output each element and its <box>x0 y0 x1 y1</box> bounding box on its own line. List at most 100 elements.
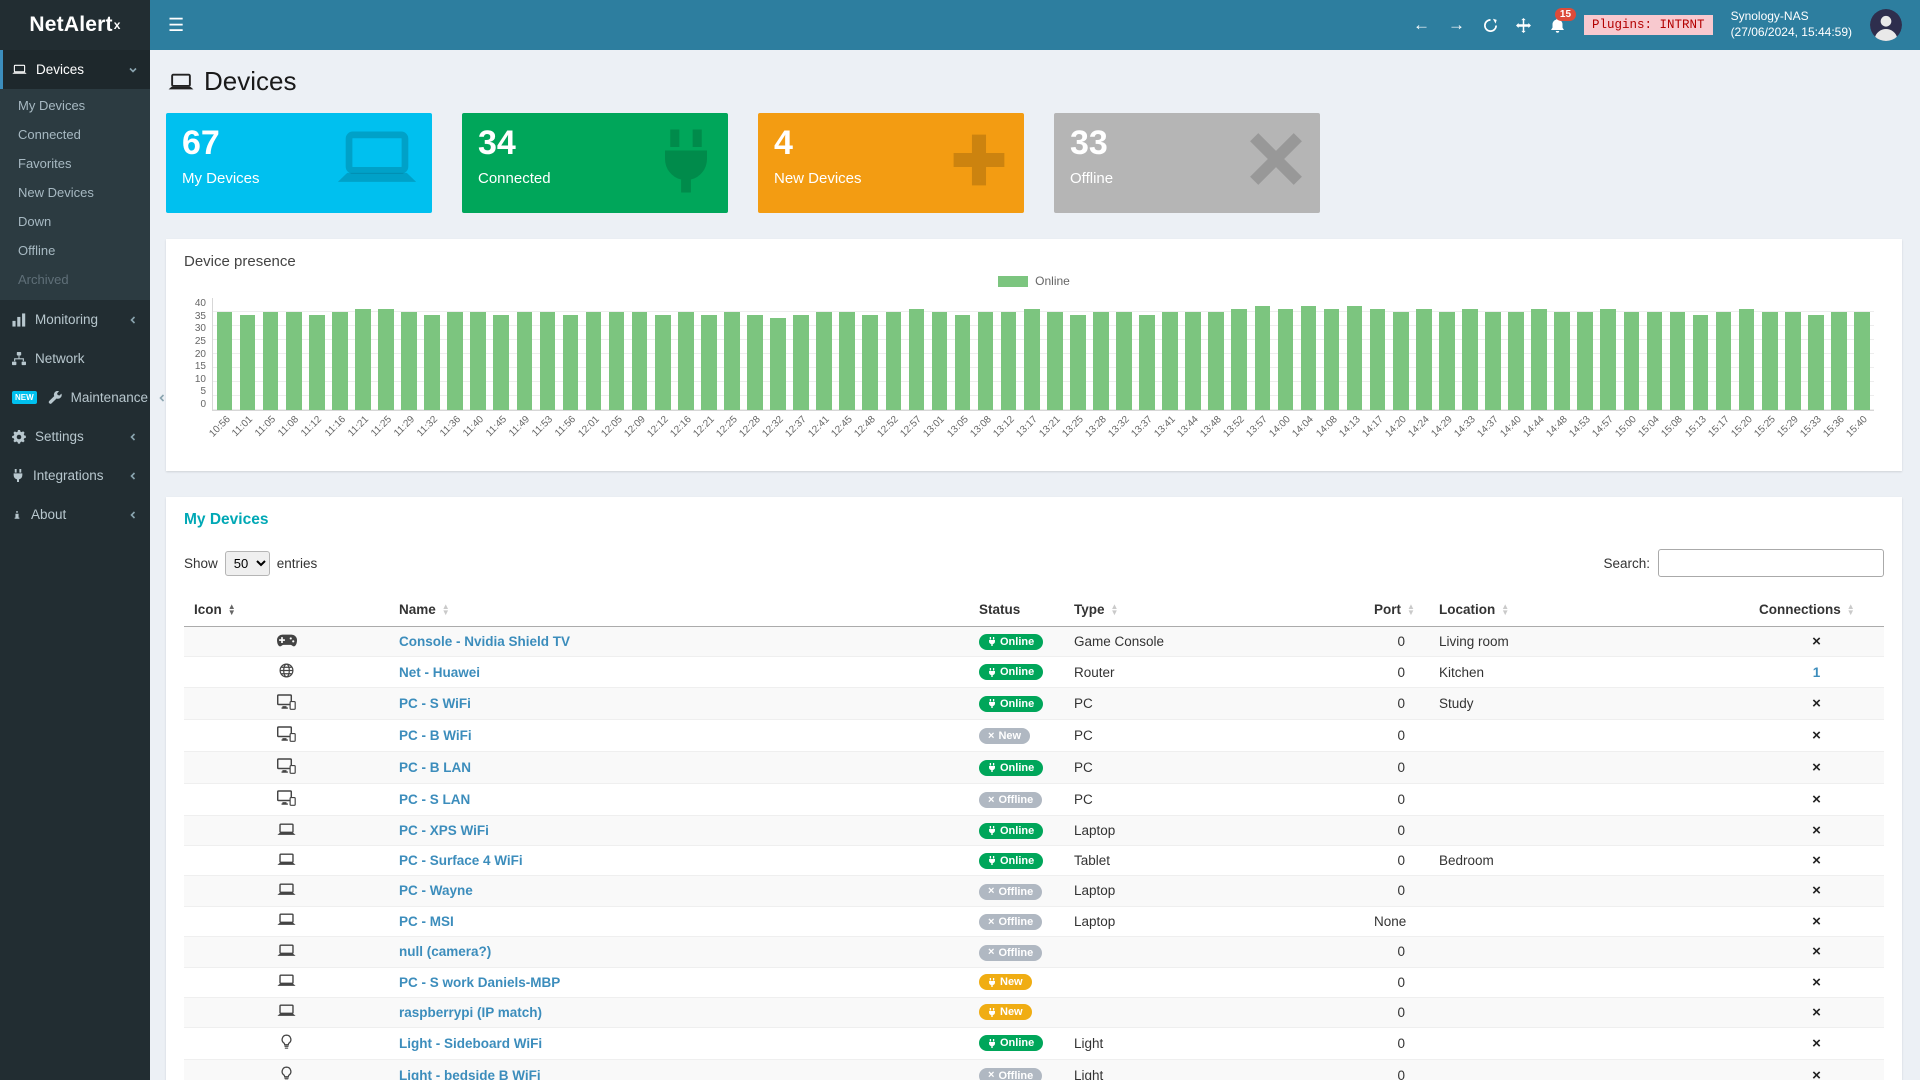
sidebar-item-my-devices[interactable]: My Devices <box>0 91 150 120</box>
infobox-offline[interactable]: 33 Offline <box>1054 113 1320 213</box>
sidebar-item-monitoring[interactable]: Monitoring <box>0 300 150 339</box>
x-tick-label: 12:25 <box>714 414 739 439</box>
sort-icon: ▲▼ <box>1111 604 1119 616</box>
laptop-icon <box>277 854 296 869</box>
x-tick-label: 14:24 <box>1406 414 1431 439</box>
sidebar-item-maintenance[interactable]: NEW Maintenance <box>0 378 150 417</box>
presence-bar: 15:33 <box>1804 298 1827 410</box>
presence-bar: 15:20 <box>1735 298 1758 410</box>
device-name-link[interactable]: PC - Surface 4 WiFi <box>399 853 523 868</box>
x-tick-label: 14:33 <box>1452 414 1477 439</box>
device-name-link[interactable]: PC - S LAN <box>399 792 470 807</box>
device-location <box>1429 784 1749 816</box>
presence-bar: 12:57 <box>905 298 928 410</box>
table-row: null (camera?)×Offline0× <box>184 937 1884 968</box>
laptop-icon <box>277 945 296 960</box>
presence-bar: 13:44 <box>1182 298 1205 410</box>
device-name-link[interactable]: Light - bedside B WiFi <box>399 1068 541 1080</box>
device-name-link[interactable]: PC - XPS WiFi <box>399 823 489 838</box>
forward-icon[interactable]: → <box>1448 15 1465 35</box>
presence-bar: 13:28 <box>1089 298 1112 410</box>
x-tick-label: 13:41 <box>1152 414 1177 439</box>
device-name-link[interactable]: PC - MSI <box>399 914 454 929</box>
search-input[interactable] <box>1658 549 1884 577</box>
sidebar-item-down[interactable]: Down <box>0 207 150 236</box>
app-logo[interactable]: NetAlertx <box>0 0 150 50</box>
plugins-status-chip[interactable]: Plugins: INTRNT <box>1584 15 1713 35</box>
presence-bar: 12:01 <box>582 298 605 410</box>
device-type <box>1064 997 1364 1027</box>
presence-bar: 14:00 <box>1274 298 1297 410</box>
presence-bar: 14:08 <box>1320 298 1343 410</box>
sidebar-item-network[interactable]: Network <box>0 339 150 378</box>
notifications-bell-icon[interactable]: 15 <box>1549 17 1566 34</box>
column-header-status[interactable]: Status <box>969 593 1064 627</box>
entries-select[interactable]: 50 <box>225 551 270 576</box>
sidebar-item-settings[interactable]: Settings <box>0 417 150 456</box>
x-tick-label: 13:52 <box>1222 414 1247 439</box>
avatar[interactable] <box>1870 9 1902 41</box>
device-name-link[interactable]: Console - Nvidia Shield TV <box>399 634 570 649</box>
device-location: Living room <box>1429 627 1749 657</box>
table-row: Net - HuaweiOnlineRouter0Kitchen1 <box>184 657 1884 688</box>
move-icon[interactable] <box>1516 18 1531 33</box>
device-name-link[interactable]: PC - B LAN <box>399 760 471 775</box>
x-tick-label: 12:01 <box>576 414 601 439</box>
device-name-link[interactable]: PC - B WiFi <box>399 728 472 743</box>
sidebar-item-about[interactable]: About <box>0 495 150 534</box>
presence-bar: 12:16 <box>674 298 697 410</box>
presence-bars: 10:5611:0111:0511:0811:1211:1611:2111:25… <box>212 298 1874 411</box>
presence-bar: 15:13 <box>1689 298 1712 410</box>
x-tick-label: 11:40 <box>461 414 486 439</box>
device-name-link[interactable]: PC - S work Daniels-MBP <box>399 975 560 990</box>
device-name-link[interactable]: Light - Sideboard WiFi <box>399 1036 542 1051</box>
sidebar-item-connected[interactable]: Connected <box>0 120 150 149</box>
x-tick-label: 11:25 <box>369 414 394 439</box>
device-type: Light <box>1064 1027 1364 1059</box>
device-name-link[interactable]: PC - S WiFi <box>399 696 471 711</box>
device-name-link[interactable]: PC - Wayne <box>399 883 473 898</box>
sidebar-item-devices[interactable]: Devices <box>0 50 150 89</box>
connections-link[interactable]: 1 <box>1813 665 1821 680</box>
device-name-link[interactable]: Net - Huawei <box>399 665 480 680</box>
device-name-link[interactable]: null (camera?) <box>399 944 491 959</box>
chevron-down-icon <box>128 65 138 75</box>
refresh-icon[interactable] <box>1483 18 1498 33</box>
presence-bar: 11:16 <box>328 298 351 410</box>
column-header-icon[interactable]: Icon▲▼ <box>184 593 389 627</box>
presence-bar: 14:40 <box>1505 298 1528 410</box>
presence-bar: 14:48 <box>1551 298 1574 410</box>
infobox-connected[interactable]: 34 Connected <box>462 113 728 213</box>
column-header-type[interactable]: Type▲▼ <box>1064 593 1364 627</box>
sidebar-item-favorites[interactable]: Favorites <box>0 149 150 178</box>
status-badge: New <box>979 974 1032 990</box>
sidebar-item-integrations[interactable]: Integrations <box>0 456 150 495</box>
sidebar-item-new-devices[interactable]: New Devices <box>0 178 150 207</box>
infobox-my-devices[interactable]: 67 My Devices <box>166 113 432 213</box>
presence-bar: 13:37 <box>1136 298 1159 410</box>
y-tick-label: 0 <box>184 399 206 410</box>
column-header-connections[interactable]: Connections▲▼ <box>1749 593 1884 627</box>
column-header-location[interactable]: Location▲▼ <box>1429 593 1749 627</box>
presence-bar: 11:21 <box>351 298 374 410</box>
presence-bar: 11:40 <box>467 298 490 410</box>
device-presence-panel: Device presence Online 4035302520151050 … <box>166 239 1902 471</box>
sidebar-toggle-icon[interactable]: ☰ <box>154 15 198 36</box>
x-tick-label: 13:17 <box>1014 414 1039 439</box>
presence-bar: 13:25 <box>1066 298 1089 410</box>
column-header-port[interactable]: Port▲▼ <box>1364 593 1429 627</box>
chart-legend[interactable]: Online <box>184 274 1884 288</box>
sidebar-item-archived[interactable]: Archived <box>0 265 150 294</box>
x-tick-label: 13:48 <box>1199 414 1224 439</box>
column-header-name[interactable]: Name▲▼ <box>389 593 969 627</box>
presence-bar: 12:37 <box>790 298 813 410</box>
plug-icon <box>12 469 24 482</box>
status-badge: ×Offline <box>979 914 1042 930</box>
x-tick-label: 14:53 <box>1568 414 1593 439</box>
infobox-new-devices[interactable]: 4 New Devices <box>758 113 1024 213</box>
back-icon[interactable]: ← <box>1413 15 1430 35</box>
chevron-left-icon <box>128 315 138 325</box>
sidebar-item-offline[interactable]: Offline <box>0 236 150 265</box>
device-name-link[interactable]: raspberrypi (IP match) <box>399 1005 542 1020</box>
topbar-right: ← → 15 Plugins: INTRNT Synology-NAS (27/… <box>1413 9 1902 41</box>
